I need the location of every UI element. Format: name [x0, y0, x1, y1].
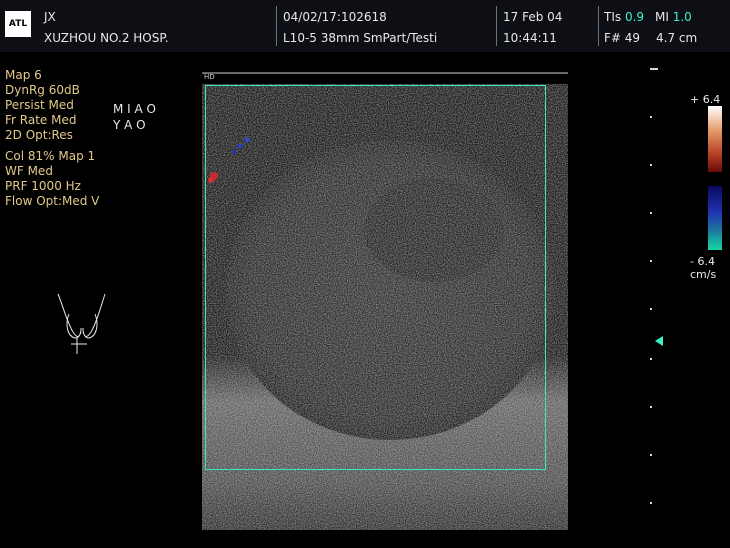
exam-time: 10:44:11 — [503, 31, 557, 45]
depth-scale-top-tick — [650, 68, 658, 70]
depth-tick — [650, 212, 652, 214]
patient-name-line1: M I A O — [113, 102, 156, 116]
depth-tick — [650, 454, 652, 456]
dynamic-range-setting: DynRg 60dB — [5, 83, 80, 97]
tis-label: TIs — [604, 10, 622, 24]
depth-tick — [650, 358, 652, 360]
color-doppler-box — [205, 85, 546, 470]
tis-value: 0.9 — [624, 10, 645, 24]
exam-date: 17 Feb 04 — [503, 10, 563, 24]
mi-label: MI — [655, 10, 669, 24]
color-setting: Col 81% Map 1 — [5, 149, 96, 163]
atl-logo: ATL — [5, 11, 31, 37]
header-bar: ATL JX XUZHOU NO.2 HOSP. 04/02/17:102618… — [0, 0, 730, 52]
mi-value: 1.0 — [672, 10, 692, 24]
depth-tick — [650, 260, 652, 262]
header-divider — [276, 6, 277, 46]
depth-tick — [650, 308, 652, 310]
depth-tick — [650, 502, 652, 504]
velocity-scale-top: + 6.4 — [690, 93, 721, 106]
depth-readout: 4.7 cm — [656, 31, 698, 45]
depth-tick — [650, 164, 652, 166]
tis-readout: TIs 0.9 — [604, 10, 644, 25]
header-divider — [598, 6, 599, 46]
flow-opt-setting: Flow Opt:Med V — [5, 194, 100, 208]
header-divider — [496, 6, 497, 46]
depth-tick — [650, 406, 652, 408]
frame-rate-setting: Fr Rate Med — [5, 113, 77, 127]
wall-filter-setting: WF Med — [5, 164, 53, 178]
map-setting: Map 6 — [5, 68, 42, 82]
2d-opt-setting: 2D Opt:Res — [5, 128, 73, 142]
persist-setting: Persist Med — [5, 98, 74, 112]
hd-marker-icon: HD — [204, 73, 215, 81]
testis-body-marker-icon — [57, 293, 106, 354]
prf-setting: PRF 1000 Hz — [5, 179, 81, 193]
velocity-scale-zero — [708, 172, 722, 186]
patient-name-line2: Y A O — [113, 118, 146, 132]
probe-preset: L10-5 38mm SmPart/Testi — [283, 31, 438, 45]
frame-number: F# 49 — [604, 31, 641, 45]
velocity-scale-negative — [708, 186, 722, 250]
user-label: JX — [44, 10, 56, 24]
mi-readout: MI 1.0 — [655, 10, 692, 25]
depth-tick — [650, 116, 652, 118]
hospital-name: XUZHOU NO.2 HOSP. — [44, 31, 169, 45]
velocity-scale-positive — [708, 106, 722, 172]
velocity-scale-unit: cm/s — [690, 268, 717, 281]
focus-marker-icon — [655, 336, 663, 346]
exam-id: 04/02/17:102618 — [283, 10, 387, 24]
